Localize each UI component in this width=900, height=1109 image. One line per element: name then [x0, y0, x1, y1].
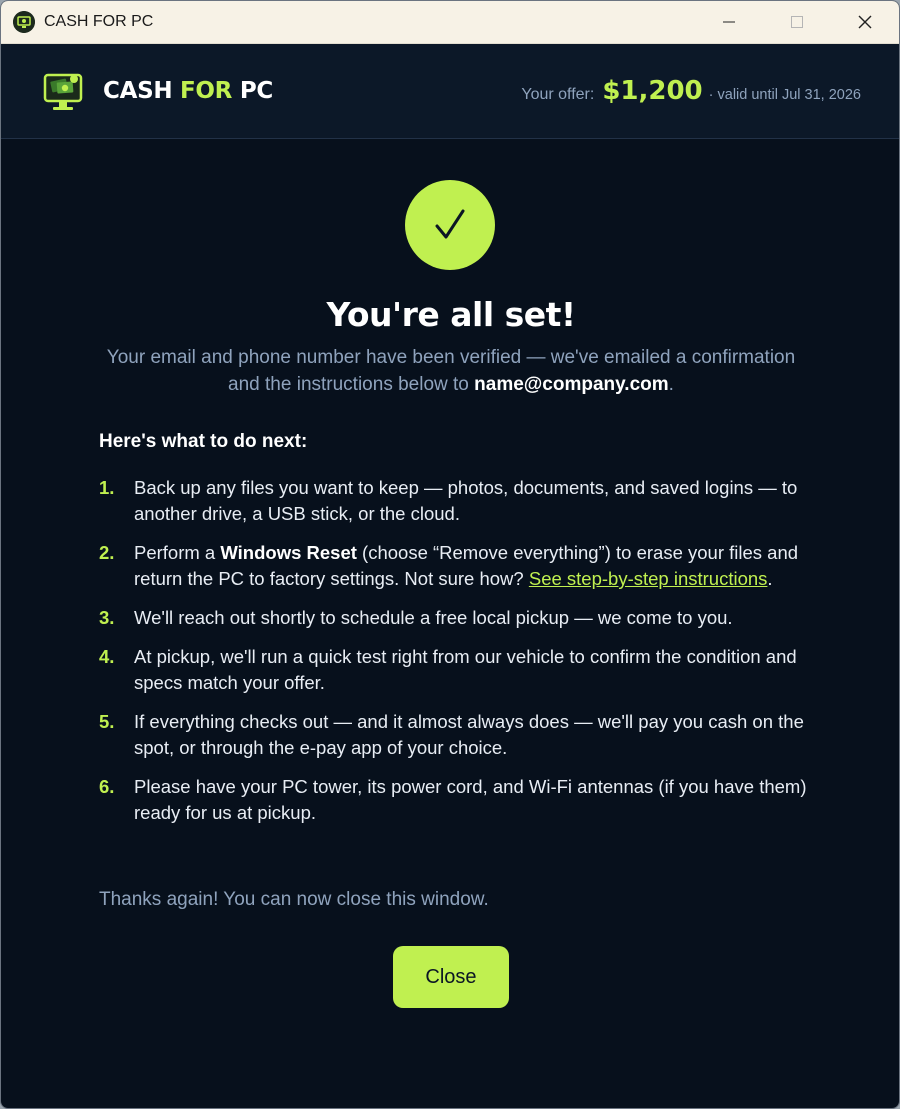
next-steps-heading: Here's what to do next: [99, 431, 308, 452]
minimize-icon [723, 21, 735, 23]
app-header: CASH FOR PC Your offer: $1,200 · valid u… [1, 44, 899, 139]
step-number: 2. [99, 542, 115, 563]
step-text-part: Perform a [134, 542, 221, 563]
step-text: We'll reach out shortly to schedule a fr… [134, 607, 733, 628]
offer-label: Your offer: [521, 86, 595, 103]
email-address: name@company.com [474, 374, 669, 395]
app-icon [13, 11, 35, 33]
step-item: 4. At pickup, we'll run a quick test rig… [99, 644, 819, 696]
brand-word-for: FOR [180, 78, 233, 104]
offer-summary: Your offer: $1,200 · valid until Jul 31,… [521, 76, 861, 106]
cash-monitor-logo-icon [43, 73, 83, 110]
page-title: You're all set! [326, 295, 576, 334]
step-item: 1. Back up any files you want to keep — … [99, 475, 819, 527]
close-window-button[interactable] [831, 1, 899, 43]
verification-text-end: . [668, 374, 674, 395]
close-button[interactable]: Close [393, 946, 509, 1008]
step-number: 1. [99, 477, 115, 498]
step-item: 2. Perform a Windows Reset (choose “Remo… [99, 540, 819, 592]
step-text: If everything checks out — and it almost… [134, 711, 804, 758]
step-item: 5. If everything checks out — and it alm… [99, 709, 819, 761]
verification-message: Your email and phone number have been ve… [101, 344, 801, 398]
step-number: 4. [99, 646, 115, 667]
brand-name: CASH FOR PC [103, 78, 273, 104]
step-number: 6. [99, 776, 115, 797]
minimize-button[interactable] [695, 1, 763, 43]
brand-word-pc: PC [239, 78, 273, 104]
title-bar[interactable]: CASH FOR PC [1, 1, 899, 44]
closing-message: Thanks again! You can now close this win… [99, 889, 489, 910]
step-number: 5. [99, 711, 115, 732]
offer-amount: $1,200 [602, 76, 703, 106]
step-item: 3. We'll reach out shortly to schedule a… [99, 605, 819, 631]
brand-word-cash: CASH [103, 78, 173, 104]
step-text-part: . [767, 568, 773, 589]
next-steps-list: 1. Back up any files you want to keep — … [99, 475, 819, 839]
step-item: 6. Please have your PC tower, its power … [99, 774, 819, 826]
success-check-icon [405, 180, 495, 270]
maximize-button[interactable] [763, 1, 831, 43]
windows-reset-emphasis: Windows Reset [220, 542, 357, 563]
window-title: CASH FOR PC [44, 13, 154, 30]
app-window: CASH FOR PC CASH FOR PC Your offer: $1,2… [0, 0, 900, 1109]
step-text: At pickup, we'll run a quick test right … [134, 646, 797, 693]
step-text: Perform a Windows Reset (choose “Remove … [134, 540, 819, 592]
offer-validity: · valid until Jul 31, 2026 [708, 87, 861, 103]
close-icon [858, 15, 872, 29]
step-by-step-instructions-link[interactable]: See step-by-step instructions [529, 568, 768, 589]
maximize-icon [791, 16, 803, 28]
step-text: Back up any files you want to keep — pho… [134, 477, 798, 524]
step-number: 3. [99, 607, 115, 628]
verification-text: Your email and phone number have been ve… [106, 347, 796, 395]
step-text: Please have your PC tower, its power cor… [134, 776, 807, 823]
window-controls [695, 1, 899, 43]
